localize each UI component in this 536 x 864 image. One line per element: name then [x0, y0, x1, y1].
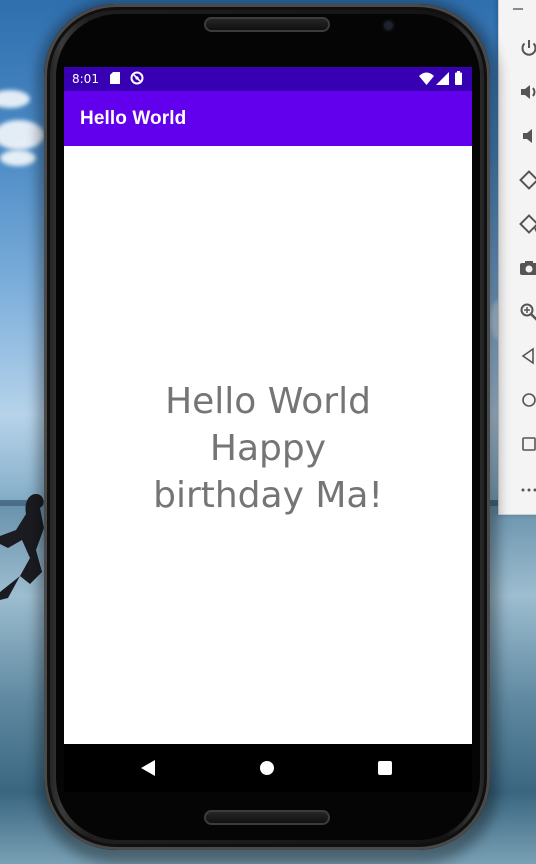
wifi-icon: [419, 72, 434, 85]
app-title: Hello World: [80, 108, 187, 129]
greeting-line-2: Happy: [209, 428, 327, 469]
volume-down-icon[interactable]: [519, 124, 536, 148]
camera-icon[interactable]: [519, 256, 536, 280]
app-bar: Hello World: [64, 91, 472, 146]
greeting-line-1: Hello World: [165, 381, 371, 422]
minimize-icon[interactable]: [513, 8, 523, 10]
cloud: [0, 150, 36, 166]
back-icon[interactable]: [519, 344, 536, 368]
front-camera: [384, 21, 393, 30]
rotate-left-icon[interactable]: [519, 168, 536, 192]
home-icon[interactable]: [260, 761, 274, 775]
greeting-line-3: birthday Ma!: [153, 475, 383, 516]
sd-card-icon: [110, 72, 120, 84]
status-bar: 8:01: [64, 67, 472, 91]
volume-up-icon[interactable]: [519, 80, 536, 104]
battery-icon: [455, 71, 462, 85]
earpiece-speaker: [204, 17, 330, 32]
bottom-speaker: [204, 810, 330, 825]
back-icon[interactable]: [140, 760, 156, 776]
status-time: 8:01: [72, 72, 99, 86]
emulator-toolbar: [498, 0, 536, 515]
greeting-text: Hello World Happy birthday Ma!: [64, 378, 472, 519]
zoom-icon[interactable]: [519, 300, 536, 324]
navigation-bar: [64, 744, 472, 792]
cell-signal-icon: [436, 72, 449, 85]
cloud: [0, 90, 30, 108]
more-icon[interactable]: [519, 476, 536, 500]
home-icon[interactable]: [519, 388, 536, 412]
overview-icon[interactable]: [519, 432, 536, 456]
phone-screen: 8:01 Hello World Hello World Happy birth…: [64, 67, 472, 792]
rotate-right-icon[interactable]: [519, 212, 536, 236]
recents-icon[interactable]: [378, 761, 392, 775]
power-icon[interactable]: [519, 36, 536, 60]
data-saver-icon: [130, 71, 144, 85]
main-content: Hello World Happy birthday Ma!: [64, 146, 472, 744]
